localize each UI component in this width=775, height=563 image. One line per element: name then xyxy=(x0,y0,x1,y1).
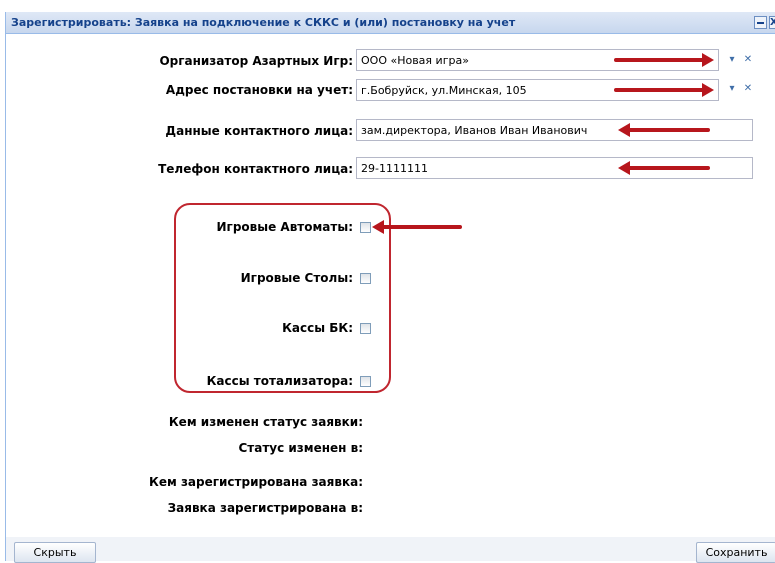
address-label: Адрес постановки на учет: xyxy=(165,83,353,97)
address-dropdown-icon[interactable]: ▾ xyxy=(725,82,739,96)
annotation-arrow-slot-machines xyxy=(372,220,462,234)
game-tables-checkbox[interactable] xyxy=(360,273,371,284)
totalizator-cashdesks-label: Кассы тотализатора: xyxy=(206,374,353,388)
contact-phone-label: Телефон контактного лица: xyxy=(158,162,353,176)
hide-button[interactable]: Скрыть xyxy=(14,542,96,563)
contact-person-label: Данные контактного лица: xyxy=(165,124,353,138)
window-footer xyxy=(6,537,775,561)
slot-machines-checkbox[interactable] xyxy=(360,222,371,233)
organizer-label: Организатор Азартных Игр: xyxy=(159,54,353,68)
annotation-arrow-contact-phone xyxy=(618,161,710,175)
address-clear-icon[interactable]: ✕ xyxy=(741,82,755,96)
status-changed-at-label: Статус изменен в: xyxy=(238,441,363,455)
organizer-dropdown-icon[interactable]: ▾ xyxy=(725,53,739,67)
status-changed-by-label: Кем изменен статус заявки: xyxy=(168,415,363,429)
annotation-arrow-organizer xyxy=(614,53,714,67)
slot-machines-label: Игровые Автоматы: xyxy=(216,220,354,234)
bk-cashdesks-label: Кассы БК: xyxy=(282,321,353,335)
registration-window: Зарегистрировать: Заявка на подключение … xyxy=(5,12,775,563)
totalizator-cashdesks-checkbox[interactable] xyxy=(360,376,371,387)
annotation-arrow-contact-person xyxy=(618,123,710,137)
registered-by-label: Кем зарегистрирована заявка: xyxy=(149,475,363,489)
window-titlebar: Зарегистрировать: Заявка на подключение … xyxy=(6,12,775,34)
annotation-arrow-address xyxy=(614,83,714,97)
registered-at-label: Заявка зарегистрирована в: xyxy=(167,501,363,515)
close-icon[interactable]: X xyxy=(769,16,775,29)
save-button[interactable]: Сохранить xyxy=(696,542,775,563)
organizer-clear-icon[interactable]: ✕ xyxy=(741,53,755,67)
bk-cashdesks-checkbox[interactable] xyxy=(360,323,371,334)
minimize-icon[interactable] xyxy=(754,16,767,29)
game-tables-label: Игровые Столы: xyxy=(240,271,353,285)
window-title: Зарегистрировать: Заявка на подключение … xyxy=(11,16,516,29)
